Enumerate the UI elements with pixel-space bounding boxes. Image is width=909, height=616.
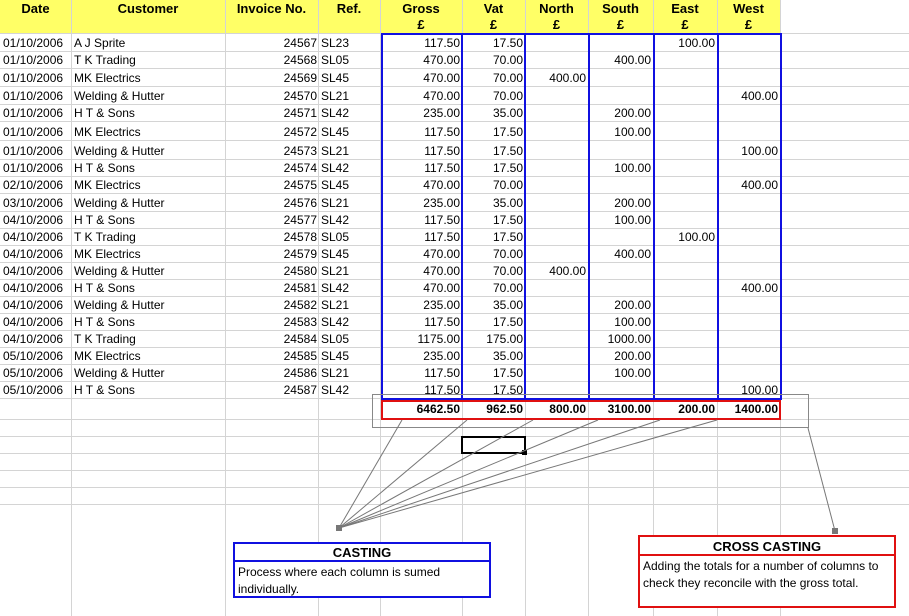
connector-lines: [336, 419, 838, 534]
spreadsheet: Date Customer Invoice No. Ref. Gross Vat…: [0, 0, 909, 616]
cross-casting-callout: CROSS CASTING Adding the totals for a nu…: [638, 535, 896, 608]
casting-title: CASTING: [235, 544, 489, 562]
cross-casting-title: CROSS CASTING: [640, 537, 894, 556]
casting-text: Process where each column is sumed indiv…: [238, 565, 441, 596]
cross-casting-text: Adding the totals for a number of column…: [643, 559, 879, 590]
casting-callout: CASTING Process where each column is sum…: [233, 542, 491, 598]
